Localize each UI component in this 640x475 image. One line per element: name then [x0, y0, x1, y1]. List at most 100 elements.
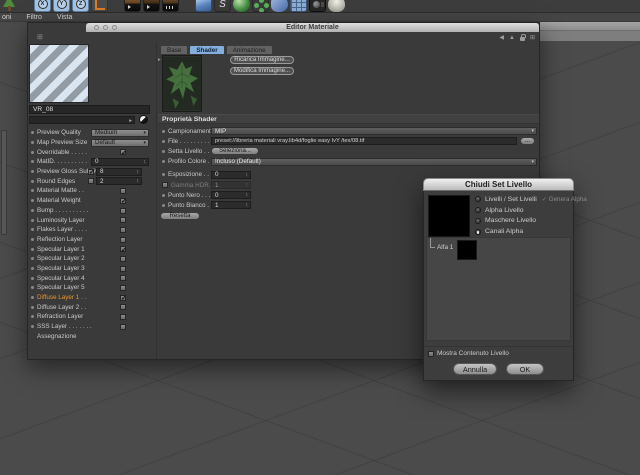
tab-shader[interactable]: Shader	[189, 45, 225, 54]
radio-button[interactable]	[475, 196, 481, 203]
cube-primitive-button[interactable]	[195, 0, 212, 12]
material-channel-row[interactable]: Material Matte . .	[28, 186, 155, 196]
material-channel-row[interactable]: Refraction Layer	[28, 312, 155, 322]
material-channel-row[interactable]: Specular Layer 2	[28, 254, 155, 264]
checkbox[interactable]	[120, 255, 126, 262]
number-spinner[interactable]: 1 ↕	[211, 201, 251, 210]
array-object-button[interactable]	[252, 0, 269, 12]
checkbox[interactable]	[120, 188, 126, 195]
number-spinner[interactable]: 0 ↕	[211, 191, 251, 200]
tab-animazione[interactable]: Animazione	[225, 45, 273, 54]
menu-item-options[interactable]: oni	[2, 14, 11, 21]
number-spinner[interactable]: 0 ↕	[91, 157, 149, 166]
checkbox[interactable]	[120, 246, 127, 254]
layout-grid-icon[interactable]: ⊞	[530, 34, 535, 41]
material-channel-row[interactable]: Specular Layer 1	[28, 244, 155, 254]
up-arrow-icon[interactable]: ▲	[509, 35, 515, 41]
material-channel-row[interactable]: SSS Layer . . . . . . .	[28, 322, 155, 332]
alpha-channel-label[interactable]: Alfa 1	[437, 244, 453, 251]
dropdown[interactable]: MIP ▾	[211, 127, 537, 136]
alpha-mode-option[interactable]: Alpha Livello	[475, 205, 571, 216]
ok-button[interactable]: OK	[506, 363, 544, 375]
material-channel-row[interactable]: Diffuse Layer 1 . .	[28, 293, 155, 303]
material-channel-row[interactable]: Specular Layer 4	[28, 273, 155, 283]
disclosure-triangle-icon[interactable]: ▸	[158, 57, 161, 63]
reset-button[interactable]: Resetta	[160, 211, 200, 220]
material-name-field[interactable]: VR_08	[29, 105, 150, 114]
checkbox[interactable]	[120, 197, 127, 205]
coordinates-icon[interactable]	[91, 0, 108, 12]
material-channel-row[interactable]: Specular Layer 5	[28, 283, 155, 293]
show-layer-content-checkbox[interactable]	[428, 350, 434, 357]
material-channel-row[interactable]: Preview Gloss Subdivs8↕	[28, 167, 155, 177]
alpha-channel-swatch[interactable]	[457, 240, 477, 260]
number-spinner[interactable]: 1 ↕	[211, 181, 251, 190]
material-channel-row[interactable]: Overridable . . . . .	[28, 147, 155, 157]
shader-property-row[interactable]: Campionamento MIP ▾	[158, 126, 537, 136]
reload-image-button[interactable]: Ricarica Immagine...	[230, 56, 294, 64]
shader-quick-bar[interactable]: ▸	[29, 116, 135, 124]
checkbox[interactable]	[88, 168, 95, 176]
x-axis-button[interactable]: X	[34, 0, 51, 12]
radio-button[interactable]	[475, 217, 481, 224]
sphere-primitive-button[interactable]	[233, 0, 250, 12]
number-spinner[interactable]: 0 ↕	[211, 170, 251, 179]
checkbox[interactable]	[120, 323, 126, 330]
edit-image-button[interactable]: Modifica Immagine...	[230, 67, 294, 75]
back-arrow-icon[interactable]: ◀	[499, 34, 504, 41]
checkbox[interactable]	[120, 285, 126, 291]
dropdown[interactable]: Default ▾	[91, 138, 149, 147]
select-layer-button[interactable]: Seleziona...	[211, 147, 259, 156]
checkbox[interactable]	[88, 178, 94, 185]
menu-item-vista[interactable]: Vista	[57, 14, 72, 21]
checkbox[interactable]	[120, 236, 126, 243]
material-channel-row[interactable]: Diffuse Layer 2 . .	[28, 302, 155, 312]
camera-object-button[interactable]	[309, 0, 326, 12]
material-channel-row[interactable]: Assegnazione	[28, 331, 155, 341]
dialog-title[interactable]: Chiudi Set Livello	[423, 178, 574, 191]
y-axis-button[interactable]: Y	[53, 0, 70, 12]
dropdown[interactable]: Incluso (Default) ▾	[211, 157, 537, 166]
material-channel-row[interactable]: Reflection Layer	[28, 235, 155, 245]
checkbox[interactable]	[120, 304, 126, 311]
panel-grid-icon[interactable]: ⊞	[37, 33, 43, 41]
material-preview[interactable]	[29, 44, 89, 103]
tab-base[interactable]: Base	[160, 45, 189, 54]
shader-property-row[interactable]: Profilo Colore . . Incluso (Default) ▾	[158, 157, 537, 167]
checkbox[interactable]	[120, 294, 127, 302]
left-edge-scrollbar[interactable]	[1, 130, 7, 235]
material-channel-row[interactable]: Luminosity Layer	[28, 215, 155, 225]
shader-property-row[interactable]: Setta Livello . . . Seleziona...	[158, 146, 537, 156]
alpha-mode-option[interactable]: Maschere Livello	[475, 216, 571, 227]
window-titlebar[interactable]: Editor Materiale	[86, 23, 539, 32]
radio-button[interactable]	[475, 207, 481, 214]
material-channel-row[interactable]: Material Weight	[28, 196, 155, 206]
layer-browser-icon[interactable]	[139, 115, 148, 124]
material-channel-row[interactable]: Round Edges 2 ↕	[28, 176, 155, 186]
material-channel-row[interactable]: Bump . . . . . . . . . .	[28, 206, 155, 216]
file-path-field[interactable]: preset://libreria materiali vray.lib4d/f…	[211, 137, 517, 146]
browse-button[interactable]: ...	[520, 137, 535, 146]
deformer-button[interactable]	[271, 0, 288, 12]
radio-button[interactable]	[475, 228, 481, 235]
alpha-mode-option[interactable]: Livelli / Set Livelli ✓ Genera Alpha	[475, 194, 587, 205]
light-object-button[interactable]	[328, 0, 345, 12]
render-view-button[interactable]	[124, 0, 141, 12]
material-channel-row[interactable]: Preview Quality Medium ▾	[28, 128, 155, 138]
render-region-button[interactable]	[143, 0, 160, 12]
number-spinner[interactable]: 2 ↕	[96, 177, 142, 186]
checkbox[interactable]	[120, 149, 127, 157]
number-spinner[interactable]: 8 ↕	[96, 167, 142, 176]
material-channel-row[interactable]: Flakes Layer . . . .	[28, 225, 155, 235]
render-settings-button[interactable]	[162, 0, 179, 12]
alpha-mode-option[interactable]: Canali Alpha	[475, 226, 571, 237]
checkbox[interactable]	[120, 207, 126, 214]
checkbox[interactable]	[120, 265, 126, 272]
dropdown[interactable]: Medium ▾	[91, 128, 149, 137]
checkbox[interactable]	[120, 226, 126, 233]
show-layer-content-row[interactable]: Mostra Contenuto Livello	[428, 350, 509, 357]
shader-property-row[interactable]: File . . . . . . . . . . preset://libreri…	[158, 136, 537, 146]
checkbox[interactable]	[162, 182, 168, 189]
material-channel-row[interactable]: Specular Layer 3	[28, 264, 155, 274]
spline-button[interactable]: S	[214, 0, 231, 12]
